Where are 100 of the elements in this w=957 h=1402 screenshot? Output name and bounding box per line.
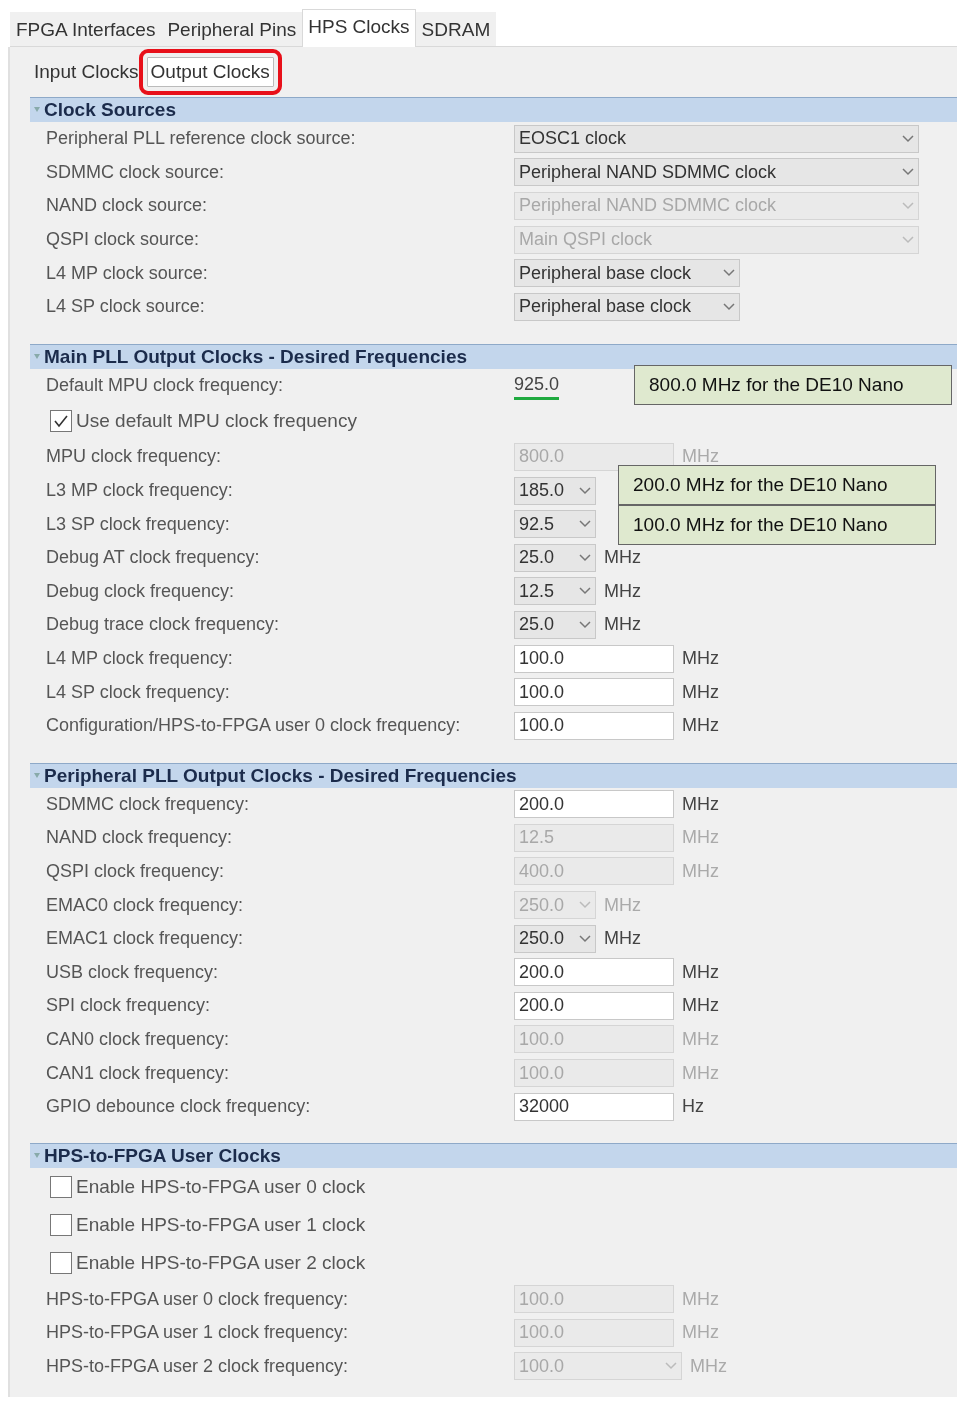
dropdown-caret-icon [579, 620, 591, 629]
input-field[interactable]: 100.0 [514, 644, 674, 673]
field-label: HPS-to-FPGA user 2 clock frequency: [45, 1355, 350, 1377]
dropdown-caret-icon [579, 934, 591, 943]
dropdown-caret-icon [665, 1362, 677, 1371]
field-label: GPIO debounce clock frequency: [45, 1096, 312, 1118]
unit-label: MHz [682, 648, 719, 669]
dropdown-caret-icon [723, 302, 735, 311]
unit-label: MHz [682, 1062, 719, 1084]
field-label: CAN1 clock frequency: [45, 1062, 231, 1084]
section-title: HPS-to-FPGA User Clocks [44, 1145, 281, 1168]
combo-box[interactable]: 185.0 [514, 476, 596, 505]
field-label: SDMMC clock source: [45, 161, 226, 183]
unit-label: MHz [604, 928, 641, 950]
field-label: L4 SP clock source: [45, 296, 206, 318]
field-label: Debug trace clock frequency: [45, 614, 281, 636]
input-field[interactable]: 200.0 [514, 958, 674, 987]
unit-label: MHz [682, 961, 719, 983]
collapse-icon [34, 107, 40, 113]
unit-label: MHz [682, 1028, 719, 1050]
dropdown[interactable]: EOSC1 clock [514, 124, 919, 153]
field-label: QSPI clock frequency: [45, 861, 226, 882]
input-field[interactable]: 32000 [514, 1092, 674, 1121]
field-label: EMAC1 clock frequency: [45, 928, 245, 950]
unit-label: MHz [682, 827, 719, 849]
dropdown-caret-icon [579, 587, 591, 596]
field-label: USB clock frequency: [45, 961, 220, 983]
unit-label: MHz [604, 894, 641, 916]
combo-box[interactable]: 92.5 [514, 510, 596, 539]
dropdown-caret-icon [579, 520, 591, 529]
dropdown[interactable]: Peripheral base clock [514, 292, 740, 321]
annotation-note: 200.0 MHz for the DE10 Nano [618, 464, 936, 505]
section-header[interactable]: Clock Sources [30, 97, 957, 122]
input-field[interactable]: 200.0 [514, 991, 674, 1020]
unit-label: MHz [682, 793, 719, 815]
dropdown-caret-icon [902, 235, 914, 244]
field-label: L4 MP clock source: [45, 262, 209, 284]
section-header[interactable]: Main PLL Output Clocks - Desired Frequencies [30, 343, 957, 369]
field-label: L3 MP clock frequency: [45, 480, 234, 502]
field-label: NAND clock frequency: [45, 827, 234, 849]
combo-box[interactable]: 25.0 [514, 610, 596, 639]
field-label: L4 MP clock frequency: [45, 648, 234, 669]
field-label: MPU clock frequency: [45, 446, 223, 468]
checkbox[interactable] [50, 1214, 72, 1237]
tab[interactable]: HPS Clocks [302, 9, 416, 47]
field-label: Debug clock frequency: [45, 580, 236, 602]
dropdown-caret-icon [902, 134, 914, 143]
collapse-icon [34, 772, 40, 779]
combo-box[interactable]: 12.5 [514, 577, 596, 606]
unit-label: MHz [604, 614, 641, 636]
dropdown-caret-icon [723, 269, 735, 278]
checkbox[interactable] [50, 1252, 72, 1275]
field-label: Debug AT clock frequency: [45, 547, 261, 569]
collapse-icon [34, 1153, 40, 1160]
field-label: CAN0 clock frequency: [45, 1028, 231, 1050]
field-label: HPS-to-FPGA user 1 clock frequency: [45, 1322, 350, 1344]
input-field[interactable]: 100.0 [514, 678, 674, 707]
dropdown-caret-icon [579, 486, 591, 495]
checkbox-label: Use default MPU clock frequency [76, 410, 357, 433]
field-label: EMAC0 clock frequency: [45, 894, 245, 916]
annotation-note: 100.0 MHz for the DE10 Nano [618, 504, 936, 545]
combo-box[interactable]: 250.0 [514, 924, 596, 953]
field-label: SDMMC clock frequency: [45, 793, 251, 815]
unit-label: MHz [682, 1322, 719, 1344]
dropdown-caret-icon [902, 168, 914, 177]
field-label: NAND clock source: [45, 195, 209, 217]
checkbox[interactable] [50, 410, 72, 433]
field-label: SPI clock frequency: [45, 995, 212, 1017]
checkbox-label: Enable HPS-to-FPGA user 2 clock [76, 1252, 366, 1275]
tab[interactable]: SDRAM [415, 12, 497, 46]
unit-label: MHz [604, 547, 641, 569]
annotation-note: 800.0 MHz for the DE10 Nano [634, 364, 952, 405]
value-text: 925.0 [514, 374, 560, 401]
field-label: Configuration/HPS-to-FPGA user 0 clock frequency: [45, 715, 462, 737]
section-title: Main PLL Output Clocks - Desired Frequencies [44, 345, 467, 368]
dropdown[interactable]: Peripheral base clock [514, 259, 740, 288]
checkbox[interactable] [50, 1176, 72, 1199]
combo-box[interactable]: 25.0 [514, 543, 596, 572]
unit-label: MHz [682, 861, 719, 882]
tab[interactable]: FPGA Interfaces [10, 12, 162, 46]
section-title: Peripheral PLL Output Clocks - Desired Frequencies [44, 764, 517, 787]
dropdown-caret-icon [902, 202, 914, 210]
field-label: L3 SP clock frequency: [45, 513, 231, 535]
unit-label: MHz [682, 995, 719, 1017]
input-field[interactable]: 100.0 [514, 711, 674, 740]
tab[interactable]: Peripheral Pins [161, 12, 303, 46]
field-label: HPS-to-FPGA user 0 clock frequency: [45, 1288, 350, 1310]
section-header[interactable]: Peripheral PLL Output Clocks - Desired Frequencies [30, 762, 957, 788]
dropdown[interactable]: Peripheral NAND SDMMC clock [514, 158, 919, 187]
field-label: Peripheral PLL reference clock source: [45, 128, 357, 150]
dropdown-caret-icon [579, 901, 591, 910]
unit-label: MHz [604, 580, 641, 602]
unit-label: MHz [682, 715, 719, 737]
tab[interactable]: Input Clocks [30, 57, 143, 87]
field-label: L4 SP clock frequency: [45, 681, 231, 703]
section-header[interactable]: HPS-to-FPGA User Clocks [30, 1143, 957, 1169]
input-field[interactable]: 200.0 [514, 790, 674, 819]
unit-label: Hz [682, 1096, 704, 1118]
checkbox-label: Enable HPS-to-FPGA user 1 clock [76, 1214, 366, 1237]
unit-label: MHz [690, 1355, 727, 1377]
